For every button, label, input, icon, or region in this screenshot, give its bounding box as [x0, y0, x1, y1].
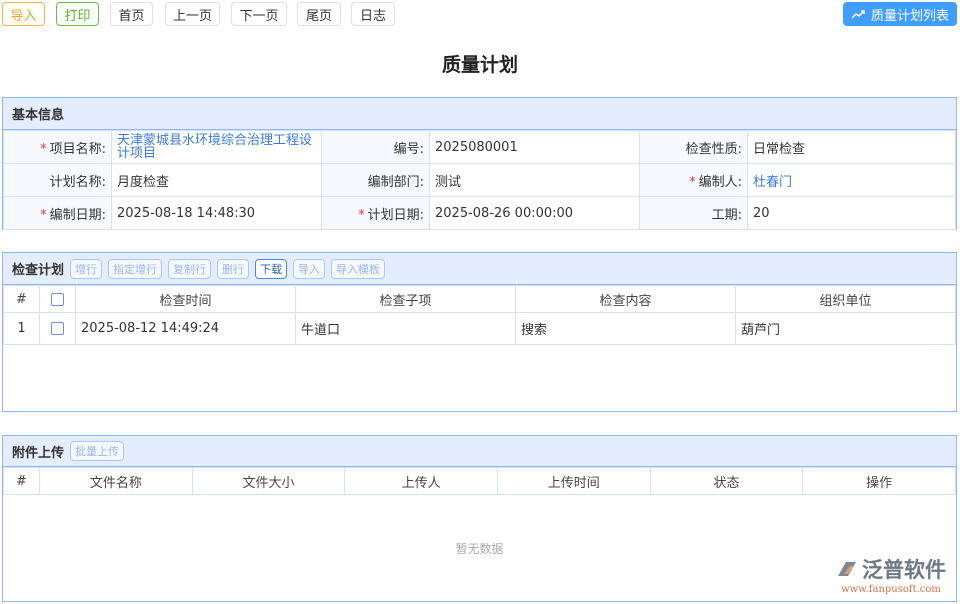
col-filesize: 文件大小: [192, 468, 345, 495]
basic-info-panel: 基本信息 *项目名称: 天津蒙城县水环境综合治理工程设计项目 编号: 20250…: [2, 97, 957, 230]
trend-icon: [851, 9, 865, 19]
col-index: #: [4, 468, 40, 495]
row-org[interactable]: 葫芦门: [736, 313, 956, 345]
basic-info-title: 基本信息: [12, 104, 64, 123]
check-plan-panel: 检查计划 增行 指定增行 复制行 删行 下载 导入 导入模板 # 检查时间检查子…: [2, 252, 957, 412]
period-value: 20: [748, 197, 956, 230]
col-time: 检查时间: [76, 286, 296, 313]
logo-name: 泛普软件: [862, 554, 946, 584]
dept-value: 测试: [430, 164, 640, 197]
logo-url: www.fanpusoft.com: [836, 584, 946, 595]
date-value: 2025-08-18 14:48:30: [112, 197, 322, 230]
page-title: 质量计划: [0, 50, 960, 77]
code-value: 2025080001: [430, 131, 640, 164]
import-button[interactable]: 导入: [2, 2, 45, 26]
author-label: 编制人:: [699, 175, 742, 190]
author-value[interactable]: 杜春门: [748, 164, 956, 197]
col-uploader: 上传人: [345, 468, 498, 495]
col-org: 组织单位: [736, 286, 956, 313]
batch-upload-button[interactable]: 批量上传: [70, 441, 124, 461]
download-button[interactable]: 下载: [255, 259, 287, 279]
next-page-button[interactable]: 下一页: [231, 2, 287, 26]
row-content[interactable]: 搜索: [516, 313, 736, 345]
col-upload-time: 上传时间: [497, 468, 650, 495]
row-item[interactable]: 牛道口: [296, 313, 516, 345]
plan-date-label: 计划日期:: [368, 208, 424, 223]
fanpu-logo: 泛普软件 www.fanpusoft.com: [836, 554, 946, 595]
period-label: 工期:: [640, 197, 748, 230]
attachment-title: 附件上传: [12, 442, 64, 461]
col-index: #: [4, 286, 40, 313]
logo-icon: [836, 560, 858, 578]
dept-label: 编制部门:: [322, 164, 430, 197]
date-label: 编制日期:: [50, 208, 106, 223]
import-rows-button[interactable]: 导入: [293, 259, 325, 279]
quality-plan-list-button[interactable]: 质量计划列表: [843, 2, 957, 26]
copy-row-button[interactable]: 复制行: [168, 259, 211, 279]
quality-plan-list-label: 质量计划列表: [871, 5, 949, 24]
basic-info-heading: 基本信息: [3, 98, 956, 130]
type-label: 检查性质:: [640, 131, 748, 164]
row-time[interactable]: 2025-08-12 14:49:24: [76, 313, 296, 345]
delete-row-button[interactable]: 删行: [217, 259, 249, 279]
log-button[interactable]: 日志: [351, 2, 395, 26]
project-label: 项目名称:: [50, 142, 106, 157]
first-page-button[interactable]: 首页: [110, 2, 153, 26]
empty-state: 暂无数据: [3, 540, 956, 557]
add-row-button[interactable]: 增行: [70, 259, 102, 279]
col-actions: 操作: [803, 468, 956, 495]
row-checkbox[interactable]: [51, 322, 64, 335]
insert-row-button[interactable]: 指定增行: [108, 259, 162, 279]
table-row: 1 2025-08-12 14:49:24牛道口搜索葫芦门: [4, 313, 956, 345]
row-index: 1: [4, 313, 40, 345]
code-label: 编号:: [322, 131, 430, 164]
col-item: 检查子项: [296, 286, 516, 313]
select-all-checkbox[interactable]: [51, 293, 64, 306]
col-filename: 文件名称: [40, 468, 193, 495]
last-page-button[interactable]: 尾页: [297, 2, 341, 26]
prev-page-button[interactable]: 上一页: [165, 2, 220, 26]
col-status: 状态: [650, 468, 803, 495]
attachment-panel: 附件上传 批量上传 #文件名称文件大小上传人上传时间状态操作 暂无数据 泛普软件…: [2, 435, 957, 602]
import-template-button[interactable]: 导入模板: [331, 259, 385, 279]
type-value: 日常检查: [748, 131, 956, 164]
plan-date-value: 2025-08-26 00:00:00: [430, 197, 640, 230]
plan-name-label: 计划名称:: [4, 164, 112, 197]
plan-name-value: 月度检查: [112, 164, 322, 197]
check-plan-title: 检查计划: [12, 259, 64, 278]
print-button[interactable]: 打印: [56, 2, 99, 26]
project-value[interactable]: 天津蒙城县水环境综合治理工程设计项目: [112, 131, 322, 164]
col-content: 检查内容: [516, 286, 736, 313]
